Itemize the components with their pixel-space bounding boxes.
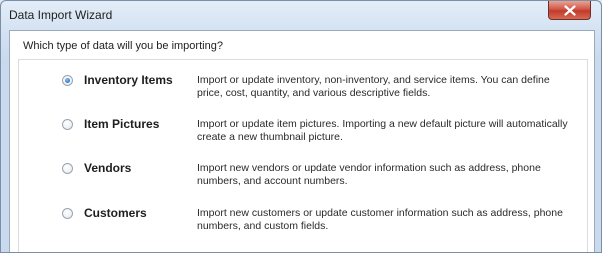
- option-label[interactable]: Item Pictures: [84, 117, 159, 131]
- title-bar[interactable]: Data Import Wizard: [1, 1, 601, 29]
- radio-customers[interactable]: [62, 208, 73, 219]
- option-description: Import new vendors or update vendor info…: [197, 162, 541, 187]
- radio-item-pictures[interactable]: [62, 119, 73, 130]
- option-vendors[interactable]: Vendors Import new vendors or update ven…: [19, 161, 587, 201]
- option-customers[interactable]: Customers Import new customers or update…: [19, 206, 587, 246]
- option-inventory-items[interactable]: Inventory Items Import or update invento…: [19, 73, 587, 113]
- option-description: Import or update inventory, non-inventor…: [197, 74, 550, 99]
- option-description: Import new customers or update customer …: [197, 207, 563, 232]
- data-type-group: Inventory Items Import or update invento…: [18, 59, 588, 252]
- option-label[interactable]: Inventory Items: [84, 73, 173, 87]
- option-item-pictures[interactable]: Item Pictures Import or update item pict…: [19, 117, 587, 157]
- option-label[interactable]: Vendors: [84, 161, 131, 175]
- close-button[interactable]: [548, 1, 591, 20]
- option-label[interactable]: Customers: [84, 206, 147, 220]
- radio-inventory-items[interactable]: [62, 75, 73, 86]
- radio-vendors[interactable]: [62, 163, 73, 174]
- dialog-content: Which type of data will you be importing…: [9, 30, 595, 252]
- import-question: Which type of data will you be importing…: [23, 40, 223, 52]
- window-title: Data Import Wizard: [9, 8, 113, 22]
- close-icon: [564, 5, 576, 16]
- dialog-window: Data Import Wizard Which type of data wi…: [0, 0, 602, 253]
- option-description: Import or update item pictures. Importin…: [197, 118, 568, 143]
